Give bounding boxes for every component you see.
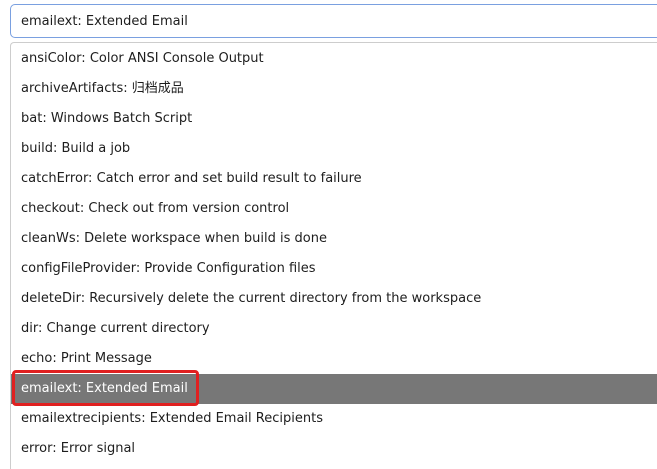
option-configfileprovider[interactable]: configFileProvider: Provide Configuratio…	[11, 254, 657, 284]
step-select-value: emailext: Extended Email	[21, 13, 188, 29]
option-bat[interactable]: bat: Windows Batch Script	[11, 104, 657, 134]
option-echo[interactable]: echo: Print Message	[11, 344, 657, 374]
option-checkout[interactable]: checkout: Check out from version control	[11, 194, 657, 224]
option-error[interactable]: error: Error signal	[11, 434, 657, 464]
option-ansicolor[interactable]: ansiColor: Color ANSI Console Output	[11, 44, 657, 74]
option-deletedir[interactable]: deleteDir: Recursively delete the curren…	[11, 284, 657, 314]
option-archiveartifacts[interactable]: archiveArtifacts: 归档成品	[11, 74, 657, 104]
option-cleanws[interactable]: cleanWs: Delete workspace when build is …	[11, 224, 657, 254]
step-dropdown-list[interactable]: ansiColor: Color ANSI Console Output arc…	[10, 42, 657, 469]
step-selector-page: emailext: Extended Email ansiColor: Colo…	[0, 0, 657, 469]
option-emailext[interactable]: emailext: Extended Email	[11, 374, 657, 404]
option-build[interactable]: build: Build a job	[11, 134, 657, 164]
option-emailextrecipients[interactable]: emailextrecipients: Extended Email Recip…	[11, 404, 657, 434]
step-select[interactable]: emailext: Extended Email	[10, 4, 657, 38]
option-list: ansiColor: Color ANSI Console Output arc…	[11, 43, 657, 464]
option-catcherror[interactable]: catchError: Catch error and set build re…	[11, 164, 657, 194]
option-dir[interactable]: dir: Change current directory	[11, 314, 657, 344]
